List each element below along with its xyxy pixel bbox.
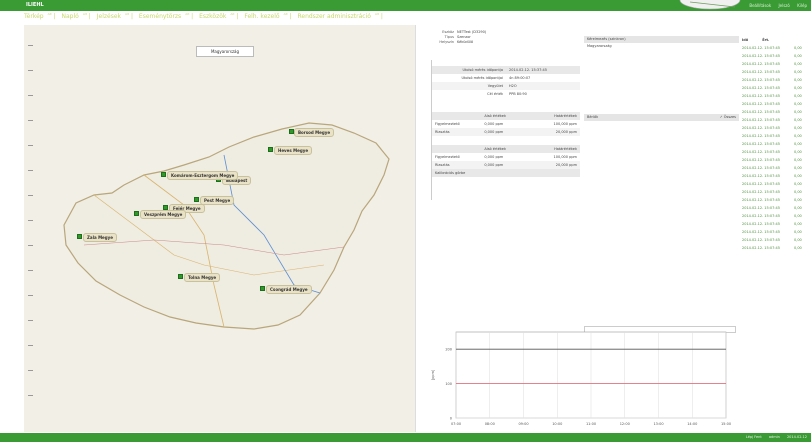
y-tick-label: 200 (445, 348, 452, 352)
tab-events[interactable]: Eseménytörzs Alt | (139, 12, 193, 20)
measurement-chart: 07:00 08:00 09:00 10:00 11:00 12:00 13:00 14:00… (426, 326, 740, 432)
bottom-date: 2014.02.12 (786, 435, 807, 439)
tenants-row[interactable]: Bérlők ✓ Összes (584, 114, 739, 121)
list-item[interactable]: 2014.02.12. 15:07:45 0,00 (742, 52, 811, 60)
chart-svg: 07:00 08:00 09:00 10:00 11:00 12:00 13:00 14:00… (431, 331, 731, 426)
table-row: Alsó értékek Határértékek (432, 145, 580, 153)
marker-icon[interactable] (134, 211, 139, 216)
marker-icon[interactable] (194, 197, 199, 202)
x-tick-label: 15:00 (721, 422, 731, 426)
bottom-link[interactable]: Lépj Fent (746, 435, 762, 439)
list-item[interactable]: 2014.02.12. 15:07:45 0,00 (742, 124, 811, 132)
main-tabs: Térkép Alt | Napló Alt | Jelzések Alt | Ese… (24, 12, 810, 24)
x-tick-label: 08:00 (485, 422, 495, 426)
city-label[interactable]: Csongrád Megye (266, 285, 312, 294)
app-logo: ILIEHL (26, 2, 44, 8)
marker-icon[interactable] (178, 274, 183, 279)
meta-table: Utolsó mérés időpontja 2014.02.12. 15:37:… (432, 66, 580, 98)
list-item[interactable]: 2014.02.12. 15:07:45 0,00 (742, 140, 811, 148)
x-tick-label: 14:00 (687, 422, 697, 426)
list-item[interactable]: 2014.02.12. 15:07:45 0,00 (742, 76, 811, 84)
compass-map-thumb (560, 0, 810, 11)
table-row: Alsó értékek Határértékek (432, 112, 580, 120)
city-label[interactable]: Pest Megye (200, 196, 235, 205)
x-tick-label: 13:00 (653, 422, 663, 426)
hungary-button[interactable]: Magyarország (196, 46, 254, 57)
tab-log[interactable]: Napló Alt | (62, 12, 91, 20)
list-item[interactable]: 2014.02.12. 15:07:45 0,00 (742, 244, 811, 252)
bottom-bar: Lépj Fent admin 2014.02.12 (0, 433, 811, 442)
city-label[interactable]: Veszprém Megye (140, 210, 187, 219)
list-item[interactable]: 2014.02.12. 15:07:45 0,00 (742, 84, 811, 92)
timestamp-list: Idő Ért. 2014.02.12. 15:07:45 0,00 2014.02.… (742, 36, 811, 252)
list-item[interactable]: 2014.02.12. 15:07:45 0,00 (742, 220, 811, 228)
list-item[interactable]: 2014.02.12. 15:07:45 0,00 (742, 164, 811, 172)
tab-admin[interactable]: Rendszer adminisztráció Alt | (297, 12, 382, 20)
thresholds-table-2: Alsó értékek Határértékek Figyelmeztető 0,… (432, 145, 580, 177)
y-axis-label: [ppm] (431, 369, 435, 380)
table-row: Vegyület H2O (432, 82, 580, 90)
list-item[interactable]: 2014.02.12. 15:07:45 0,00 (742, 132, 811, 140)
list-item[interactable]: 2014.02.12. 15:07:45 0,00 (742, 60, 811, 68)
table-row: Figyelmeztető 0,000 ppm 100,000 ppm (435, 155, 577, 159)
list-item[interactable]: 2014.02.12. 15:07:45 0,00 (742, 68, 811, 76)
list-item[interactable]: 2014.02.12. 15:07:45 0,00 (742, 180, 811, 188)
x-tick-label: 11:00 (586, 422, 596, 426)
marker-icon[interactable] (260, 286, 265, 291)
city-label[interactable]: Zala Megye (83, 233, 117, 242)
list-item[interactable]: 2014.02.12. 15:07:45 0,00 (742, 92, 811, 100)
map-view[interactable]: Magyarország Borsod Megye Heves Megye Bu… (24, 25, 416, 432)
marker-icon[interactable] (161, 172, 166, 177)
list-item[interactable]: 2014.02.12. 15:07:45 0,00 (742, 228, 811, 236)
list-item[interactable]: 2014.02.12. 15:07:45 0,00 (742, 196, 811, 204)
calibration-row[interactable]: Kalibrációs görbe (432, 169, 580, 177)
list-item[interactable]: 2014.02.12. 15:07:45 0,00 (742, 116, 811, 124)
y-tick-label: 100 (445, 382, 452, 386)
map-ruler (26, 25, 34, 432)
tab-map[interactable]: Térkép Alt | (24, 12, 56, 20)
device-detail: Eszköz NETTest (D3290) Típus Szenzor Helys… (426, 30, 580, 45)
list-header: Idő Ért. (742, 38, 770, 42)
marker-icon[interactable] (268, 147, 273, 152)
city-label[interactable]: Komárom-Esztergom Megye (167, 171, 239, 180)
panel-header: Kérelmezés (szinkron) (584, 36, 739, 43)
tab-users[interactable]: Felh. kezelő Alt | (244, 12, 291, 20)
list-item[interactable]: 2014.02.12. 15:07:45 0,00 (742, 188, 811, 196)
x-tick-label: 09:00 (518, 422, 528, 426)
detail-row: Helyszín Kéküdűlő (439, 40, 473, 44)
list-item[interactable]: 2014.02.12. 15:07:45 0,00 (742, 100, 811, 108)
list-item[interactable]: 2014.02.12. 15:07:45 0,00 (742, 108, 811, 116)
table-row: Utolsó mérés időpontjai 4n 89:00:07 (461, 76, 531, 80)
x-tick-label: 10:00 (552, 422, 562, 426)
table-row: Utolsó mérés időpontja 2014.02.12. 15:37:… (432, 66, 580, 74)
list-item[interactable]: 2014.02.12. 15:07:45 0,00 (742, 212, 811, 220)
x-tick-label: 12:00 (620, 422, 630, 426)
bottom-user: admin (768, 435, 780, 439)
y-tick-label: 0 (450, 417, 452, 421)
city-label[interactable]: Heves Megye (274, 146, 313, 155)
list-item[interactable]: 2014.02.12. 15:07:45 0,00 (742, 172, 811, 180)
x-tick-label: 07:00 (451, 422, 461, 426)
marker-icon[interactable] (77, 234, 82, 239)
list-item[interactable]: 2014.02.12. 15:07:45 0,00 (742, 44, 811, 52)
list-item[interactable]: 2014.02.12. 15:07:45 0,00 (742, 148, 811, 156)
sync-panel: Kérelmezés (szinkron) Magyarország Bérlő… (584, 36, 739, 121)
table-row: Riasztás 0,000 ppm 20,000 ppm (432, 161, 580, 169)
city-label[interactable]: Tolna Megye (184, 273, 221, 282)
panel-item[interactable]: Magyarország (584, 43, 739, 50)
city-label[interactable]: Borsod Megye (294, 128, 335, 137)
list-item[interactable]: 2014.02.12. 15:07:45 0,00 (742, 156, 811, 164)
list-item[interactable]: 2014.02.12. 15:07:45 0,00 (742, 204, 811, 212)
table-row: Cél érték PPB 80:90 (487, 92, 527, 96)
map-canvas (63, 122, 390, 330)
tab-devices[interactable]: Eszközök Alt | (199, 12, 238, 20)
thresholds-table-1: Alsó értékek Határértékek Figyelmeztető 0,… (432, 112, 580, 136)
table-row: Riasztás 0,000 ppm 20,000 ppm (432, 128, 580, 136)
table-row: Figyelmeztető 0,000 ppm 100,000 ppm (435, 122, 577, 126)
list-item[interactable]: 2014.02.12. 15:07:45 0,00 (742, 236, 811, 244)
tab-alerts[interactable]: Jelzések Alt | (97, 12, 133, 20)
